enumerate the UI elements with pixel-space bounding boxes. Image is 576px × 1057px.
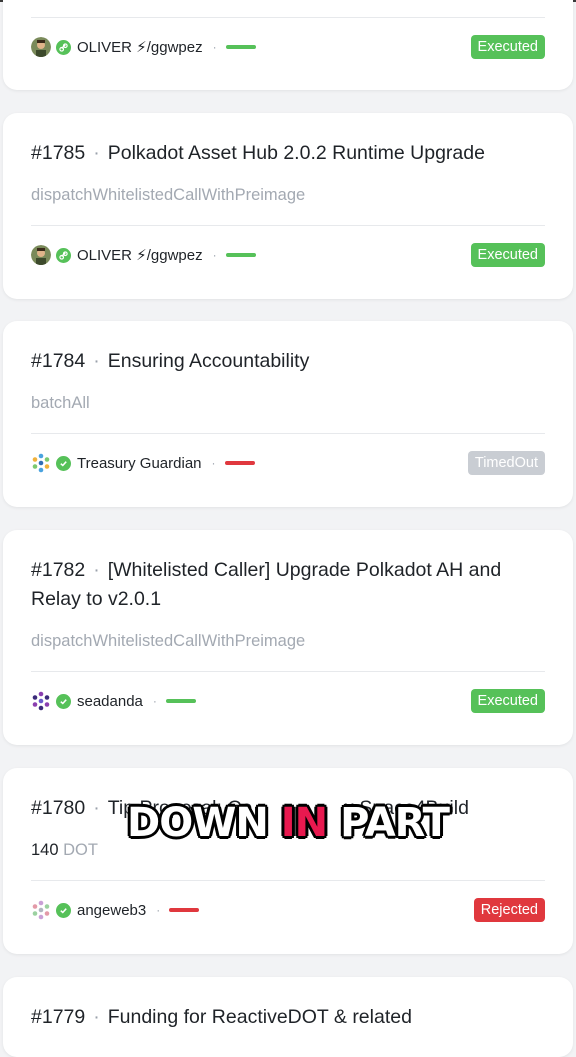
card-footer: angeweb3 · Rejected [31,897,545,923]
referendum-card[interactable]: OLIVER ⚡/ggwpez · Executed [3,0,573,90]
link-check-icon [56,247,71,263]
status-badge: Executed [470,35,545,59]
separator-dot: · [93,1006,100,1028]
person-photo-icon[interactable] [31,245,51,265]
referendum-title-text: Funding for ReactiveDOT & related [107,1006,412,1028]
status-badge: Rejected [473,898,545,922]
polkadot-identicon-icon[interactable] [31,900,51,920]
card-divider [31,225,545,226]
author-name[interactable]: Treasury Guardian [77,455,202,472]
separator-dot: · [212,40,217,54]
card-divider [31,671,545,672]
call-method: dispatchWhitelistedCallWithPreimage [31,632,306,650]
separator-dot: · [93,350,100,372]
card-footer: Treasury Guardian · TimedOut [31,450,545,476]
card-divider [31,17,545,18]
status-badge: Executed [470,243,545,267]
check-circle-icon [56,902,71,918]
check-circle-icon [56,693,71,709]
author-name[interactable]: angeweb3 [77,902,146,919]
referendum-number: #1785 [31,142,86,164]
card-footer: OLIVER ⚡/ggwpez · Executed [31,34,545,60]
referendum-title[interactable]: #1785 · Polkadot Asset Hub 2.0.2 Runtime U… [31,139,551,168]
call-method: batchAll [31,394,90,412]
caption-word: PART [340,800,450,846]
separator-dot: · [211,456,216,470]
separator-dot: · [93,559,100,581]
video-caption-overlay: DOWN IN PART [0,800,576,846]
status-badge: Executed [470,689,545,713]
referendum-card[interactable]: #1779 · Funding for ReactiveDOT & related [3,977,573,1057]
referendum-title-text: Polkadot Asset Hub 2.0.2 Runtime Upgrade [107,142,485,164]
vote-progress-bar [224,461,255,465]
separator-dot: · [152,694,157,708]
vote-progress-bar [169,908,200,912]
card-footer: OLIVER ⚡/ggwpez · Executed [31,242,545,268]
card-divider [31,433,545,434]
referendum-card[interactable]: #1785 · Polkadot Asset Hub 2.0.2 Runtime U… [3,113,573,299]
referendum-title[interactable]: #1784 · Ensuring Accountability [31,347,551,376]
card-divider [31,880,545,881]
referendum-number: #1782 [31,559,86,581]
link-check-icon [56,39,71,55]
caption-word: DOWN [127,800,269,846]
vote-progress-bar [165,699,196,703]
referendum-title[interactable]: #1779 · Funding for ReactiveDOT & related [31,1003,551,1032]
separator-dot: · [156,903,161,917]
status-badge: TimedOut [467,451,545,475]
author-name[interactable]: OLIVER ⚡/ggwpez [77,38,203,56]
author-name[interactable]: OLIVER ⚡/ggwpez [77,246,203,264]
referendum-card[interactable]: #1782 · [Whitelisted Caller] Upgrade Polka… [3,530,573,745]
polkadot-identicon-icon[interactable] [31,453,51,473]
referendum-card[interactable]: #1780 · Tip Proposal: Co x Space4Build 140 … [3,768,573,954]
referendum-number: #1784 [31,350,86,372]
separator-dot: · [93,142,100,164]
polkadot-identicon-icon[interactable] [31,691,51,711]
vote-progress-bar [225,45,256,49]
call-method: dispatchWhitelistedCallWithPreimage [31,186,306,204]
referendum-title-text: [Whitelisted Caller] Upgrade Polkadot AH… [31,559,502,610]
person-photo-icon[interactable] [31,37,51,57]
referendum-title[interactable]: #1782 · [Whitelisted Caller] Upgrade Polka… [31,556,551,614]
author-name[interactable]: seadanda [77,693,143,710]
referendum-title-text: Ensuring Accountability [107,350,310,372]
check-circle-icon [56,455,71,471]
separator-dot: · [212,248,217,262]
caption-word-highlight: IN [280,800,328,846]
referendum-number: #1779 [31,1006,86,1028]
vote-progress-bar [225,253,256,257]
card-footer: seadanda · Executed [31,688,545,714]
referendum-card[interactable]: #1784 · Ensuring Accountability batchAll T… [3,321,573,507]
